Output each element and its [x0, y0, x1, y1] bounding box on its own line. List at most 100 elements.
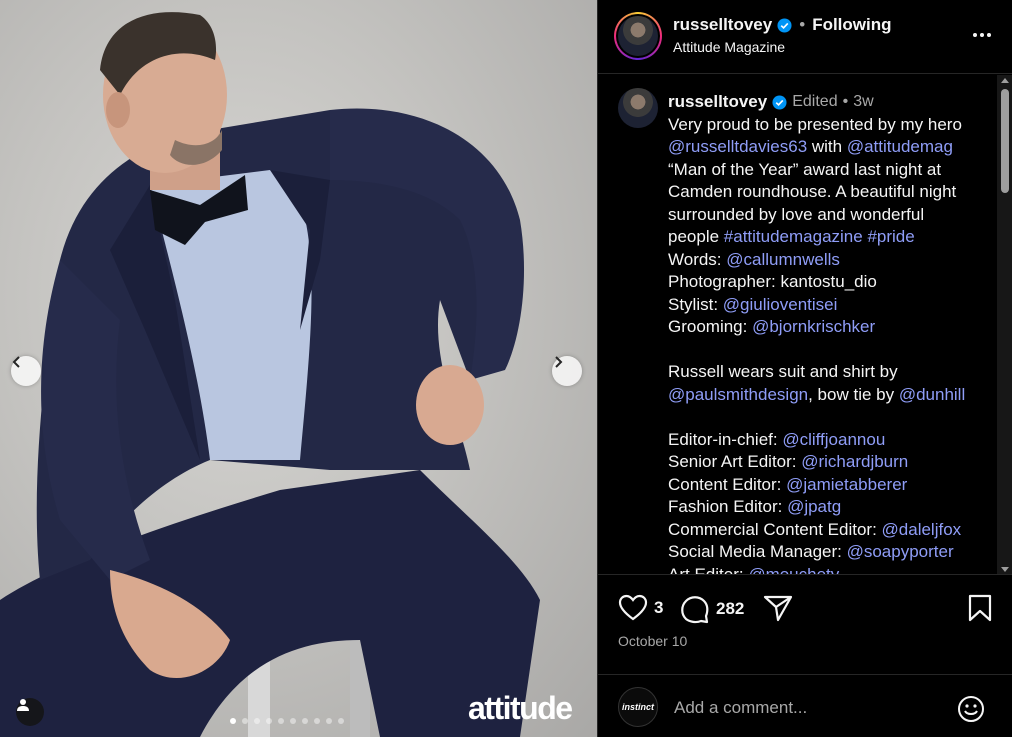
caption-line: Grooming: @bjornkrischker — [668, 316, 988, 339]
mention-link[interactable]: @jpatg — [787, 497, 841, 516]
caption: russelltovey Edited • 3w Very proud to b… — [668, 91, 988, 575]
comment-button[interactable]: 282 — [680, 594, 744, 624]
caption-line — [668, 406, 988, 429]
share-button[interactable] — [763, 594, 793, 622]
person-icon — [17, 699, 29, 711]
mention-link[interactable]: @soapyporter — [847, 542, 954, 561]
caption-scrollbar[interactable] — [997, 75, 1012, 574]
scroll-down-arrow-icon[interactable] — [1001, 567, 1009, 572]
carousel-dot — [266, 718, 272, 724]
caption-line: Camden roundhouse. A beautiful night — [668, 181, 988, 204]
verified-badge-icon — [772, 95, 787, 110]
mention-link[interactable]: @attitudemag — [847, 137, 953, 156]
mention-link[interactable]: @giulioventisei — [723, 295, 838, 314]
caption-line: Russell wears suit and shirt by — [668, 361, 988, 384]
current-user-avatar[interactable]: instinct — [618, 687, 658, 727]
caption-scroll-area[interactable]: russelltovey Edited • 3w Very proud to b… — [598, 75, 1012, 575]
caption-text-segment: “Man of the Year” award last night at — [668, 159, 942, 179]
carousel-dot — [230, 718, 236, 724]
caption-line: @paulsmithdesign, bow tie by @dunhill — [668, 384, 988, 407]
caption-text-segment: Editor-in-chief: — [668, 429, 783, 449]
mention-link[interactable]: @mouchety — [748, 565, 839, 575]
caption-avatar[interactable] — [618, 88, 658, 128]
heart-icon — [618, 594, 648, 621]
scrollbar-thumb[interactable] — [1001, 89, 1009, 193]
tagged-users-button[interactable] — [16, 698, 44, 726]
caption-text-segment: surrounded by love and wonderful — [668, 204, 925, 224]
next-slide-button[interactable] — [552, 356, 582, 386]
chevron-left-icon — [12, 356, 20, 368]
post-location[interactable]: Attitude Magazine — [673, 39, 785, 55]
hashtag-link[interactable]: #attitudemagazine — [724, 227, 863, 246]
caption-line: Art Editor: @mouchety — [668, 564, 988, 575]
caption-username[interactable]: russelltovey — [668, 91, 767, 114]
mention-link[interactable]: @jamietabberer — [786, 475, 907, 494]
carousel-dot — [338, 718, 344, 724]
carousel-dot — [254, 718, 260, 724]
caption-text-segment: with — [807, 137, 847, 156]
carousel-dot — [326, 718, 332, 724]
like-count[interactable]: 3 — [654, 598, 663, 618]
caption-line: @russelltdavies63 with @attitudemag — [668, 136, 988, 159]
save-button[interactable] — [968, 594, 992, 622]
ear — [106, 92, 130, 128]
mention-link[interactable]: @daleljfox — [882, 520, 962, 539]
caption-line: Social Media Manager: @soapyporter — [668, 541, 988, 564]
mention-link[interactable]: @paulsmithdesign — [668, 385, 808, 404]
caption-text-segment: Photographer: kantostu_dio — [668, 272, 877, 291]
carousel-dot — [242, 718, 248, 724]
verified-badge-icon — [777, 17, 792, 33]
edited-label: Edited — [792, 93, 838, 110]
more-dot — [973, 33, 977, 37]
chevron-right-icon — [555, 356, 563, 368]
post-actions: 3 282 — [598, 594, 1012, 624]
carousel-dot — [302, 718, 308, 724]
caption-line: Stylist: @giulioventisei — [668, 294, 988, 317]
mention-link[interactable]: @dunhill — [899, 385, 965, 404]
author-avatar-story-ring[interactable] — [614, 12, 662, 60]
post-header: russelltovey • Following Attitude Magazi… — [598, 0, 1012, 74]
caption-line: Words: @callumnwells — [668, 249, 988, 272]
caption-line: Photographer: kantostu_dio — [668, 271, 988, 294]
caption-line: Content Editor: @jamietabberer — [668, 474, 988, 497]
previous-slide-button[interactable] — [11, 356, 41, 386]
scroll-up-arrow-icon[interactable] — [1001, 78, 1009, 83]
mention-link[interactable]: @bjornkrischker — [752, 317, 875, 336]
caption-line: people #attitudemagazine #pride — [668, 226, 988, 249]
caption-text-segment: Very proud to be presented by my hero — [668, 114, 962, 134]
mention-link[interactable]: @richardjburn — [801, 452, 908, 471]
caption-line: Senior Art Editor: @richardjburn — [668, 451, 988, 474]
mention-link[interactable]: @russelltdavies63 — [668, 137, 807, 156]
emoji-icon[interactable] — [957, 695, 985, 723]
caption-text-segment: Content Editor: — [668, 474, 787, 494]
caption-text-segment: Commercial Content Editor: — [668, 519, 882, 539]
bookmark-icon — [968, 594, 992, 622]
caption-text-segment: Words: — [668, 249, 727, 269]
author-username[interactable]: russelltovey — [673, 15, 772, 35]
like-button[interactable]: 3 — [618, 594, 663, 622]
post-age[interactable]: 3w — [853, 91, 873, 114]
more-options-button[interactable] — [970, 25, 994, 45]
carousel-dot — [278, 718, 284, 724]
carousel-indicators — [230, 718, 344, 724]
caption-text-segment: Grooming: — [668, 317, 753, 336]
watermark-logo: attitude — [468, 690, 573, 726]
mention-link[interactable]: @callumnwells — [726, 250, 840, 269]
caption-header: russelltovey Edited • 3w — [668, 91, 988, 114]
post-side-panel: russelltovey • Following Attitude Magazi… — [597, 0, 1012, 737]
caption-text-segment: Camden roundhouse. A beautiful night — [668, 182, 957, 201]
caption-text-segment: people — [668, 227, 724, 246]
caption-text-segment: Senior Art Editor: — [668, 452, 802, 471]
caption-text-segment: Russell wears suit and shirt by — [668, 362, 898, 381]
following-button[interactable]: Following — [812, 15, 891, 35]
mention-link[interactable]: @cliffjoannou — [782, 430, 885, 449]
post-date[interactable]: October 10 — [618, 633, 687, 649]
hand-right — [416, 365, 484, 445]
photo-illustration — [0, 12, 540, 737]
more-dot — [987, 33, 991, 37]
post-photo[interactable]: attitude — [0, 0, 597, 737]
carousel-dot — [314, 718, 320, 724]
separator-dot: • — [799, 15, 806, 34]
hashtag-link[interactable]: #pride — [867, 227, 914, 246]
comment-input[interactable] — [674, 695, 934, 721]
